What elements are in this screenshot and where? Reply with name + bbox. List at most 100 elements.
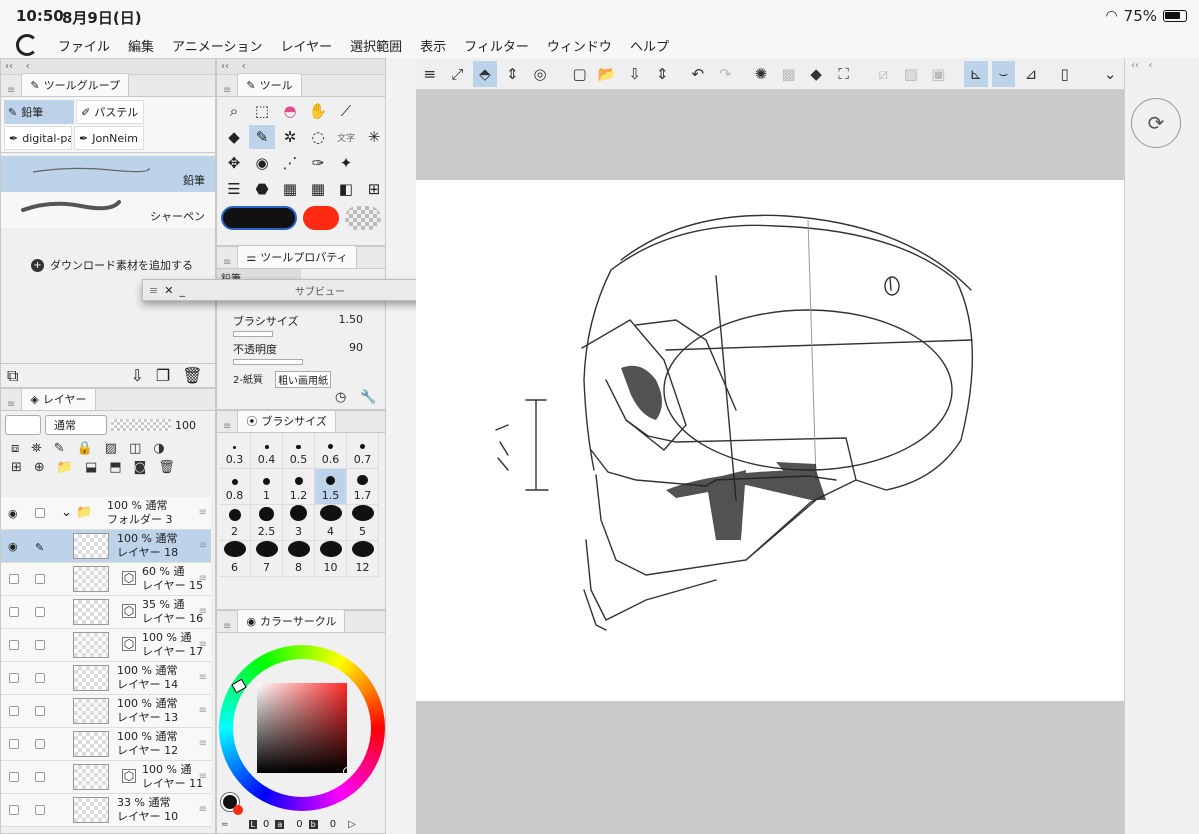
- drawing-paper[interactable]: [416, 180, 1124, 701]
- snap-grid-icon[interactable]: ▨: [899, 61, 923, 87]
- eraser-icon[interactable]: ◆: [221, 125, 247, 149]
- spray-icon[interactable]: ⋰: [277, 151, 303, 175]
- redo-icon[interactable]: ↷: [714, 61, 738, 87]
- grip-icon[interactable]: ≡: [223, 621, 231, 632]
- toolgroup-pastel[interactable]: ✐ パステル: [76, 100, 144, 124]
- lock-alpha-icon[interactable]: ▨: [105, 441, 117, 456]
- layer-row[interactable]: 33 % 通常 レイヤー 10 ≡: [1, 794, 211, 827]
- toolgroup-pencil[interactable]: ✎ 鉛筆: [4, 100, 74, 124]
- eyedropper-icon[interactable]: ⟋: [333, 99, 359, 123]
- drag-handle-icon[interactable]: ≡: [199, 705, 207, 716]
- drag-handle-icon[interactable]: ≡: [199, 573, 207, 584]
- menu-filter[interactable]: フィルター: [464, 36, 529, 55]
- text-icon[interactable]: 文字: [333, 125, 359, 149]
- new-layer-icon[interactable]: ⊞: [11, 460, 22, 475]
- updown-icon[interactable]: ⇕: [501, 61, 525, 87]
- brush-size-cell[interactable]: 1: [251, 469, 283, 505]
- clip-icon[interactable]: ⧈: [11, 441, 19, 456]
- tab-tool-property[interactable]: ⚌ ツールプロパティ: [237, 245, 357, 268]
- visibility-checkbox[interactable]: [9, 739, 19, 749]
- brush-size-cell[interactable]: 7: [251, 541, 283, 577]
- snap-frame-icon[interactable]: ▣: [927, 61, 951, 87]
- merge-icon[interactable]: ⬓: [85, 460, 97, 475]
- menu-file[interactable]: ファイル: [58, 36, 110, 55]
- layers-copy-icon[interactable]: ⧉: [7, 366, 18, 386]
- magic-wand-icon[interactable]: ✳: [361, 125, 387, 149]
- new-file-icon[interactable]: ▢: [568, 61, 592, 87]
- tab-layer[interactable]: ◈ レイヤー: [21, 389, 96, 410]
- move-icon[interactable]: ✥: [221, 151, 247, 175]
- ref-icon[interactable]: ⛯: [31, 441, 41, 456]
- menu-layer[interactable]: レイヤー: [281, 36, 333, 55]
- snap-off-icon[interactable]: ⧄: [871, 61, 895, 87]
- select-checkbox[interactable]: [35, 772, 45, 782]
- brush-size-cell[interactable]: 0.4: [251, 433, 283, 469]
- menu-selection[interactable]: 選択範囲: [350, 36, 402, 55]
- brush-ruler-icon[interactable]: ⌣: [991, 60, 1016, 87]
- brush-size-row[interactable]: ブラシサイズ 1.50: [233, 313, 373, 337]
- sparkle-icon[interactable]: ✦: [333, 151, 359, 175]
- grip-icon[interactable]: ≡: [7, 399, 15, 410]
- opacity-slider[interactable]: [111, 419, 171, 431]
- drag-handle-icon[interactable]: ≡: [199, 672, 207, 683]
- menu-view[interactable]: 表示: [420, 36, 446, 55]
- visibility-checkbox[interactable]: [9, 640, 19, 650]
- layer-row[interactable]: ⬡ 60 % 通レイヤー 15 ≡: [1, 563, 211, 596]
- visibility-checkbox[interactable]: [9, 574, 19, 584]
- layer-row[interactable]: ⬡ 35 % 通レイヤー 16 ≡: [1, 596, 211, 629]
- visibility-checkbox[interactable]: [9, 607, 19, 617]
- toolgroup-digital[interactable]: ✒ digital-pa: [4, 126, 72, 150]
- drag-handle-icon[interactable]: ≡: [199, 507, 207, 518]
- grip-icon[interactable]: ≡: [223, 85, 231, 96]
- brush-size-cell[interactable]: 1.7: [347, 469, 379, 505]
- bucket-icon[interactable]: ⬣: [249, 177, 275, 201]
- brush-size-cell[interactable]: 12: [347, 541, 379, 577]
- collapse-icon[interactable]: ‹‹ ‹: [221, 61, 246, 72]
- grip-icon[interactable]: ≡: [7, 85, 15, 96]
- transform-icon[interactable]: ⬘: [473, 60, 497, 87]
- brush-size-cell[interactable]: 6: [219, 541, 251, 577]
- zoom-icon[interactable]: ⌕: [221, 99, 247, 123]
- grip-icon[interactable]: ≡: [223, 421, 231, 432]
- layer-row[interactable]: 100 % 通常 レイヤー 13 ≡: [1, 695, 211, 728]
- save-icon[interactable]: ⇩: [623, 61, 647, 87]
- merge-down-icon[interactable]: ⬒: [109, 460, 121, 475]
- blend-mode-select[interactable]: 通常: [45, 415, 107, 435]
- grip-icon[interactable]: ≡: [223, 257, 231, 268]
- select-checkbox[interactable]: [35, 706, 45, 716]
- crop-icon[interactable]: ⛶: [832, 61, 856, 87]
- visibility-checkbox[interactable]: [9, 706, 19, 716]
- select-checkbox[interactable]: [35, 673, 45, 683]
- layer-mask-icon[interactable]: ◙: [134, 460, 147, 475]
- menu-edit[interactable]: 編集: [128, 36, 154, 55]
- duplicate-icon[interactable]: ❐: [156, 366, 170, 385]
- select-checkbox[interactable]: [35, 574, 45, 584]
- gear-icon[interactable]: ✲: [277, 125, 303, 149]
- paper-row[interactable]: 2-紙質 粗い画用紙: [233, 371, 373, 388]
- visibility-icon[interactable]: ◉: [8, 540, 18, 553]
- collapse-icon[interactable]: ‹‹ ‹: [1125, 58, 1199, 73]
- device-icon[interactable]: ▯: [1053, 61, 1077, 87]
- brush-size-cell[interactable]: 4: [315, 505, 347, 541]
- brush-size-cell[interactable]: 0.8: [219, 469, 251, 505]
- layer-folder-row[interactable]: ◉ ⌄ 📁 100 % 通常 フォルダー 3 ≡: [1, 497, 211, 530]
- brush-size-cell[interactable]: 1.2: [283, 469, 315, 505]
- pen-tool-icon[interactable]: ✎: [249, 125, 275, 149]
- trash-icon[interactable]: 🗑: [182, 366, 202, 385]
- transparent-swatch[interactable]: [345, 206, 381, 230]
- sub-color-swatch[interactable]: [303, 206, 339, 230]
- menu-window[interactable]: ウィンドウ: [547, 36, 612, 55]
- brush-size-cell[interactable]: 2: [219, 505, 251, 541]
- sub-color-swatch[interactable]: [233, 805, 243, 815]
- grid-icon[interactable]: ▦: [305, 177, 331, 201]
- drag-handle-icon[interactable]: ≡: [199, 738, 207, 749]
- rotate-canvas-icon[interactable]: ⟳: [1131, 98, 1181, 148]
- select-checkbox[interactable]: [35, 508, 45, 518]
- tab-toolgroup[interactable]: ✎ ツールグループ: [21, 73, 129, 96]
- layer-row[interactable]: ⬡ 100 % 通レイヤー 17 ≡: [1, 629, 211, 662]
- grip-icon[interactable]: ≡: [149, 284, 158, 297]
- tab-tool[interactable]: ✎ ツール: [237, 73, 302, 96]
- brush-size-cell[interactable]: 0.3: [219, 433, 251, 469]
- draft-icon[interactable]: ✎: [54, 441, 65, 456]
- app-logo-icon[interactable]: [16, 34, 38, 56]
